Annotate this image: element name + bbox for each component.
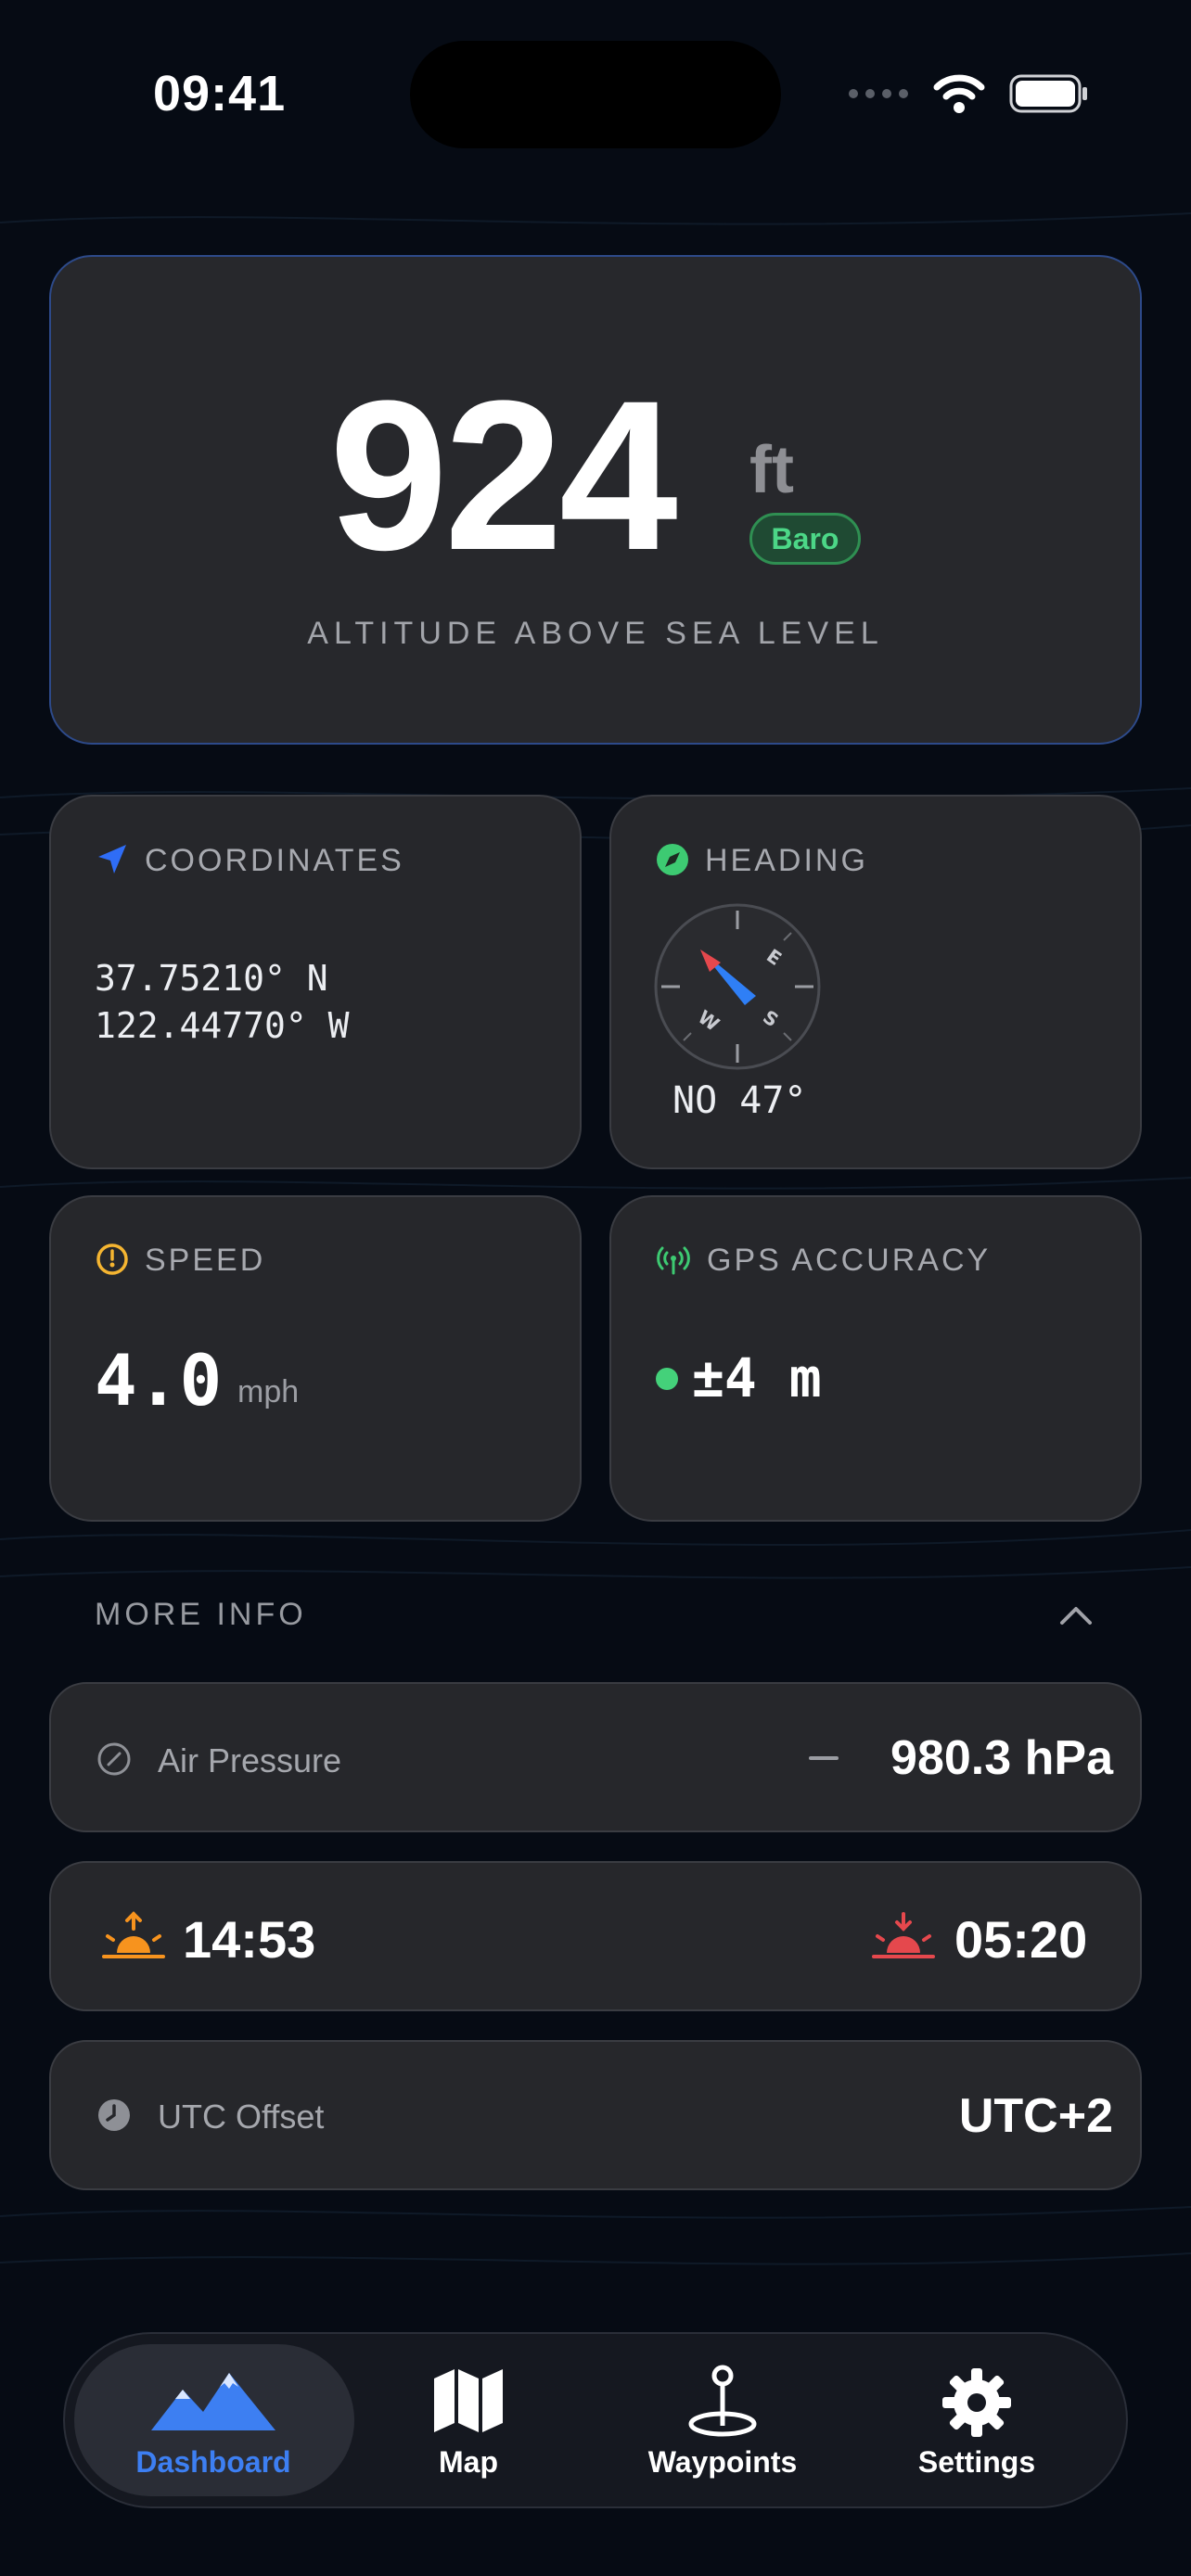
antenna-icon [657, 1246, 690, 1275]
tab-map-label: Map [439, 2445, 498, 2479]
mountains-icon [151, 2373, 275, 2430]
utc-offset-value: UTC+2 [958, 2089, 1113, 2143]
speed-unit: mph [237, 1374, 300, 1409]
heading-value: NO 47° [672, 1079, 807, 1122]
utc-offset-label: UTC Offset [158, 2098, 325, 2136]
latitude-value: 37.75210° N [95, 958, 328, 999]
sunset-time: 05:20 [954, 1910, 1088, 1969]
tab-waypoints-label: Waypoints [647, 2445, 798, 2479]
status-icons [848, 74, 1089, 113]
gps-accuracy-value: ±4 m [692, 1346, 822, 1409]
chevron-up-icon[interactable] [1058, 1604, 1094, 1626]
tab-settings-label: Settings [917, 2445, 1036, 2479]
air-pressure-value: 980.3 hPa [890, 1731, 1113, 1785]
altitude-value: 924 [329, 356, 678, 594]
speed-title: SPEED [145, 1243, 266, 1278]
speed-value: 4.0 [95, 1339, 223, 1422]
gauge-icon [97, 1742, 131, 1776]
air-pressure-label: Air Pressure [158, 1741, 342, 1779]
sunrise-icon [102, 1911, 165, 1958]
compass-icon [657, 844, 688, 875]
pressure-trend-icon [809, 1756, 839, 1760]
coordinates-title: COORDINATES [145, 843, 404, 878]
longitude-value: 122.44770° W [95, 1005, 350, 1046]
map-icon [434, 2369, 503, 2432]
tab-dashboard-label: Dashboard [135, 2445, 291, 2479]
heading-title: HEADING [705, 843, 868, 878]
battery-icon [1009, 74, 1087, 113]
cellular-signal-icon [849, 89, 908, 98]
more-info-label: MORE INFO [95, 1597, 307, 1632]
dynamic-island [410, 41, 781, 148]
gps-accuracy-title: GPS ACCURACY [707, 1243, 992, 1278]
sunrise-time: 14:53 [183, 1910, 316, 1969]
altitude-unit: ft [749, 433, 794, 507]
sunset-icon [872, 1912, 935, 1958]
altitude-label: ALTITUDE ABOVE SEA LEVEL [307, 616, 884, 651]
wifi-icon [933, 74, 985, 113]
pin-icon [688, 2365, 757, 2437]
baro-badge[interactable]: Baro [749, 513, 861, 565]
gear-icon [942, 2368, 1011, 2437]
status-time: 09:41 [153, 66, 287, 121]
compass-dial: E S W [654, 903, 821, 1070]
location-arrow-icon [98, 845, 126, 874]
gps-status-dot [656, 1368, 678, 1390]
clock-icon [98, 2099, 130, 2131]
speedometer-icon [96, 1243, 128, 1275]
